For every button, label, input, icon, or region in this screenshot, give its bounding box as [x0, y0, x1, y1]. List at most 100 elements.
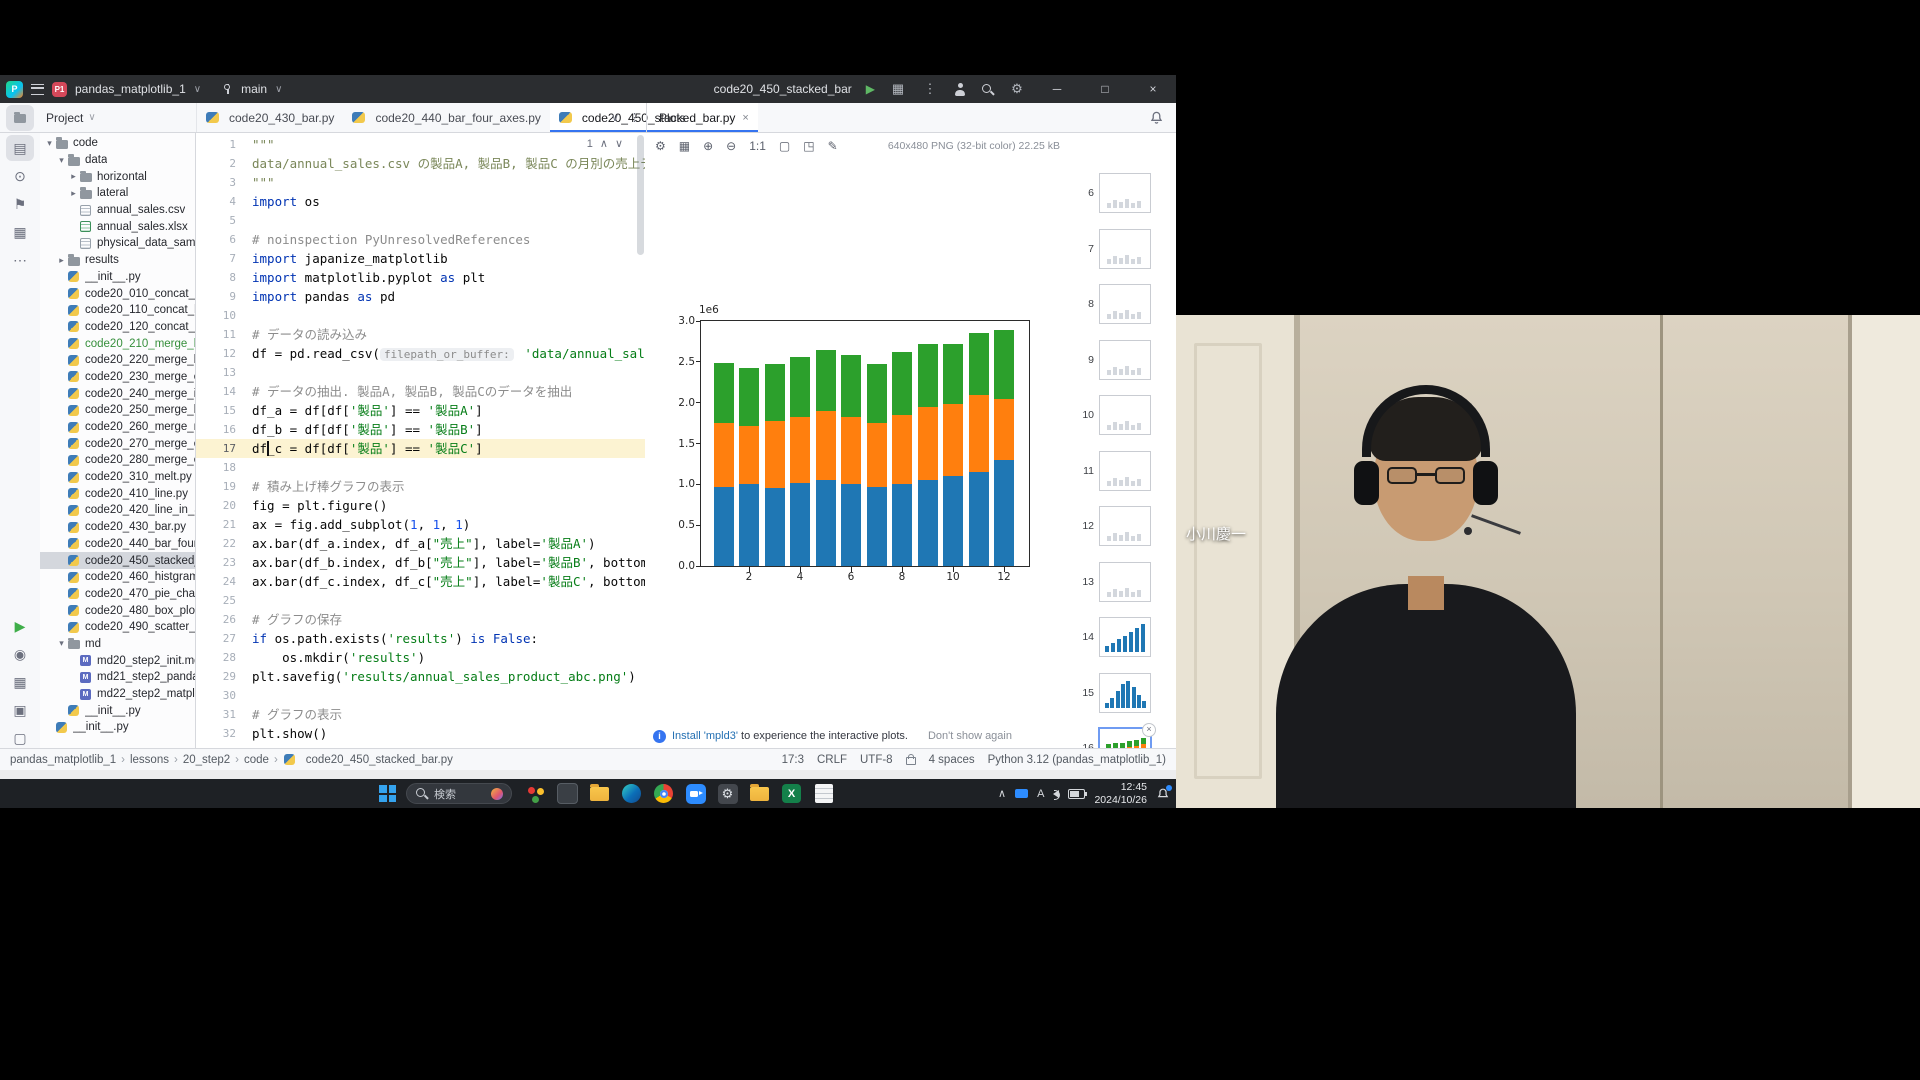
project-tree[interactable]: ▾code▾data▸horizontal▸lateralannual_sale…: [40, 133, 196, 748]
status-item[interactable]: Python 3.12 (pandas_matplotlib_1): [988, 754, 1166, 766]
tab-dropdown-icon[interactable]: ∨: [611, 111, 619, 124]
crop-icon[interactable]: ◳: [803, 139, 814, 153]
code-editor[interactable]: 1"""2data/annual_sales.csv の製品A, 製品B, 製品…: [196, 133, 646, 748]
code-line[interactable]: 11# データの読み込み: [196, 325, 645, 344]
line-number[interactable]: 30: [196, 686, 252, 705]
project-tree-item[interactable]: code20_470_pie_chart.py: [40, 586, 195, 603]
project-tree-item[interactable]: code20_220_merge_by_month_d: [40, 352, 195, 369]
project-tree-item[interactable]: code20_240_merge_inner.py: [40, 385, 195, 402]
plot-thumbnail[interactable]: [1099, 229, 1151, 269]
search-everywhere-icon[interactable]: [981, 83, 994, 96]
project-tree-item[interactable]: Mmd22_step2_matplotlib.md: [40, 686, 195, 703]
editor-tab[interactable]: code20_430_bar.py: [197, 103, 343, 132]
code-line[interactable]: 10: [196, 306, 645, 325]
project-tree-item[interactable]: code20_250_merge_left.py: [40, 402, 195, 419]
line-number[interactable]: 26: [196, 610, 252, 629]
status-item[interactable]: CRLF: [817, 754, 847, 766]
project-tree-item[interactable]: ▸results: [40, 252, 195, 269]
project-tree-item[interactable]: ▸lateral: [40, 185, 195, 202]
tree-chevron-icon[interactable]: ▸: [68, 171, 79, 182]
plot-thumbnail[interactable]: [1099, 617, 1151, 657]
plot-thumbnail[interactable]: [1099, 506, 1151, 546]
inspections-widget[interactable]: 1 ∧ ∨: [581, 136, 629, 151]
services-tool-icon[interactable]: ▣: [6, 697, 34, 723]
code-line[interactable]: 6# noinspection PyUnresolvedReferences: [196, 230, 645, 249]
tree-chevron-icon[interactable]: ▾: [56, 155, 67, 166]
line-number[interactable]: 24: [196, 572, 252, 591]
prev-problem-icon[interactable]: ∧: [600, 137, 608, 150]
project-tree-item[interactable]: code20_430_bar.py: [40, 519, 195, 536]
actual-size-icon[interactable]: 1:1: [749, 139, 766, 153]
start-button[interactable]: [379, 785, 396, 802]
code-line[interactable]: 14# データの抽出. 製品A, 製品B, 製品Cのデータを抽出: [196, 382, 645, 401]
code-line[interactable]: 12df = pd.read_csv(filepath_or_buffer: '…: [196, 344, 645, 363]
line-number[interactable]: 13: [196, 363, 252, 382]
line-number[interactable]: 15: [196, 401, 252, 420]
dont-show-again-link[interactable]: Don't show again: [928, 730, 1012, 742]
mpld3-install-link[interactable]: Install 'mpld3': [672, 730, 738, 742]
line-number[interactable]: 6: [196, 230, 252, 249]
line-number[interactable]: 19: [196, 477, 252, 496]
project-tree-item[interactable]: code20_420_line_in_axes.py: [40, 502, 195, 519]
close-plot-icon[interactable]: ×: [1142, 723, 1156, 737]
line-number[interactable]: 27: [196, 629, 252, 648]
code-with-me-icon[interactable]: [953, 82, 967, 96]
code-pane[interactable]: 1"""2data/annual_sales.csv の製品A, 製品B, 製品…: [196, 133, 645, 748]
code-line[interactable]: 30: [196, 686, 645, 705]
project-tree-item[interactable]: annual_sales.xlsx: [40, 218, 195, 235]
project-tree-item[interactable]: ▾code: [40, 135, 195, 152]
chrome-icon[interactable]: [652, 782, 675, 805]
status-item[interactable]: UTF-8: [860, 754, 893, 766]
project-tree-item[interactable]: code20_110_concat_horizontal.p: [40, 302, 195, 319]
plot-thumbnail[interactable]: [1099, 451, 1151, 491]
project-tree-item[interactable]: code20_010_concat_lateral.py: [40, 285, 195, 302]
code-line[interactable]: 24ax.bar(df_c.index, df_c["売上"], label='…: [196, 572, 645, 591]
line-number[interactable]: 11: [196, 325, 252, 344]
code-line[interactable]: 16df_b = df[df['製品'] == '製品B']: [196, 420, 645, 439]
code-line[interactable]: 27if os.path.exists('results') is False:: [196, 629, 645, 648]
close-button[interactable]: ×: [1136, 75, 1170, 103]
run-widget-icon[interactable]: ▦: [889, 81, 907, 97]
project-tree-item[interactable]: __init__.py: [40, 702, 195, 719]
project-tree-item[interactable]: code20_440_bar_four_axes.py: [40, 536, 195, 553]
code-line[interactable]: 22ax.bar(df_a.index, df_a["売上"], label='…: [196, 534, 645, 553]
bookmarks-tool-icon[interactable]: ⚑: [6, 191, 34, 217]
settings-gear-icon[interactable]: ⚙: [1008, 81, 1026, 97]
screen-share-icon[interactable]: [1015, 789, 1028, 798]
project-tool-icon[interactable]: ▤: [6, 135, 34, 161]
code-line[interactable]: 3""": [196, 173, 645, 192]
project-tree-item[interactable]: ▾md: [40, 636, 195, 653]
project-tree-item[interactable]: Mmd20_step2_init.md: [40, 652, 195, 669]
code-line[interactable]: 8import matplotlib.pyplot as plt: [196, 268, 645, 287]
project-tree-item[interactable]: code20_410_line.py: [40, 485, 195, 502]
grid-icon[interactable]: ▦: [679, 139, 690, 153]
zoom-icon[interactable]: [684, 782, 707, 805]
line-number[interactable]: 4: [196, 192, 252, 211]
edit-icon[interactable]: ✎: [828, 139, 838, 153]
project-tree-item[interactable]: code20_480_box_plot.py: [40, 602, 195, 619]
code-line[interactable]: 7import japanize_matplotlib: [196, 249, 645, 268]
project-tree-item[interactable]: __init__.py: [40, 269, 195, 286]
breadcrumb-item[interactable]: pandas_matplotlib_1: [10, 754, 116, 766]
editor-tab[interactable]: code20_440_bar_four_axes.py: [343, 103, 549, 132]
line-number[interactable]: 17: [196, 439, 252, 458]
tray-overflow-icon[interactable]: ∧: [998, 787, 1006, 800]
next-problem-icon[interactable]: ∨: [615, 137, 623, 150]
ime-indicator[interactable]: A: [1037, 788, 1044, 800]
tab-more-icon[interactable]: ⋮: [629, 111, 640, 124]
profiler-tool-icon[interactable]: ◉: [6, 641, 34, 667]
project-name[interactable]: pandas_matplotlib_1: [75, 82, 186, 96]
recorder-app-icon[interactable]: [524, 782, 547, 805]
tree-chevron-icon[interactable]: ▸: [56, 255, 67, 266]
tree-chevron-icon[interactable]: ▾: [56, 638, 67, 649]
code-line[interactable]: 1""": [196, 135, 645, 154]
line-number[interactable]: 7: [196, 249, 252, 268]
line-number[interactable]: 21: [196, 515, 252, 534]
breadcrumb-item[interactable]: 20_step2: [183, 754, 230, 766]
line-number[interactable]: 1: [196, 135, 252, 154]
main-menu-icon[interactable]: [31, 84, 44, 95]
python-packages-tool-icon[interactable]: ▦: [6, 669, 34, 695]
line-number[interactable]: 5: [196, 211, 252, 230]
folder-icon[interactable]: [748, 782, 771, 805]
structure-tool-icon[interactable]: ▦: [6, 219, 34, 245]
